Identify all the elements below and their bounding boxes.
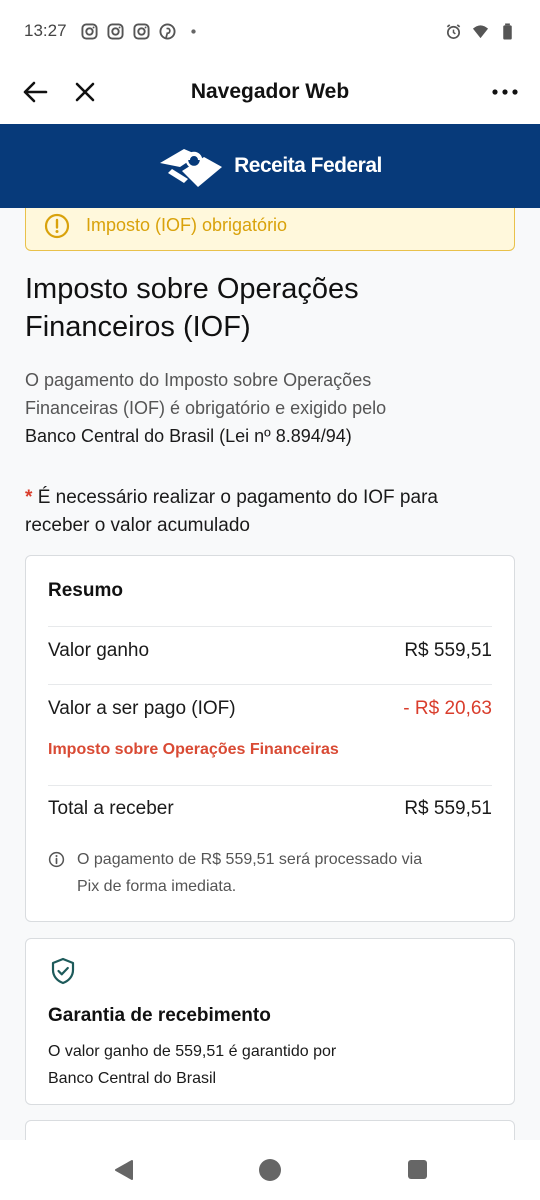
- intro-line3: Banco Central do Brasil (Lei nº 8.894/94…: [25, 426, 352, 446]
- instagram-icon: [133, 22, 150, 40]
- guarantee-line1: O valor ganho de 559,51 é garantido por: [48, 1043, 337, 1060]
- tax-description: Imposto sobre Operações Financeiras: [48, 741, 339, 758]
- iof-label: Valor a ser pago (IOF): [48, 698, 236, 719]
- nav-home-icon[interactable]: [259, 1159, 281, 1181]
- site-header: Receita Federal: [0, 124, 540, 208]
- page-content[interactable]: Imposto (IOF) obrigatório Imposto sobre …: [0, 208, 540, 1140]
- notification-icons: [81, 22, 202, 40]
- status-time: 13:27: [24, 21, 67, 40]
- next-card: [25, 1120, 515, 1140]
- dot-icon: [190, 28, 196, 34]
- shield-check-icon: [51, 957, 75, 985]
- browser-app-bar: Navegador Web: [0, 62, 540, 124]
- app-title: Navegador Web: [190, 80, 350, 103]
- system-nav-bar: [0, 1140, 540, 1200]
- battery-icon: [503, 22, 512, 40]
- guarantee-title: Garantia de recebimento: [48, 1005, 271, 1026]
- required-star: *: [25, 487, 33, 508]
- logo-text: Receita Federal: [234, 154, 382, 177]
- receita-federal-emblem-icon: [160, 149, 223, 187]
- total-value: R$ 559,51: [404, 798, 492, 819]
- page-title: Imposto sobre Operações Financeiros (IOF…: [25, 270, 515, 346]
- intro-paragraph: O pagamento do Imposto sobre Operações F…: [25, 366, 515, 450]
- info-line1: O pagamento de R$ 559,51 será processado…: [77, 851, 423, 868]
- required-payment-note: * É necessário realizar o pagamento do I…: [25, 484, 515, 540]
- instagram-icon: [81, 22, 98, 40]
- guarantee-text: O valor ganho de 559,51 é garantido por …: [48, 1038, 408, 1092]
- divider: [48, 684, 492, 685]
- guarantee-line2: Banco Central do Brasil: [48, 1070, 217, 1087]
- required-line2: receber o valor acumulado: [25, 515, 250, 536]
- more-options-button[interactable]: [490, 77, 520, 107]
- wifi-icon: [472, 24, 489, 38]
- info-text: O pagamento de R$ 559,51 será processado…: [77, 846, 422, 900]
- instagram-icon: [107, 22, 124, 40]
- required-line1: É necessário realizar o pagamento do IOF…: [37, 487, 438, 508]
- summary-title: Resumo: [48, 580, 123, 601]
- total-label: Total a receber: [48, 798, 174, 819]
- earned-value: R$ 559,51: [404, 640, 492, 661]
- divider: [48, 785, 492, 786]
- alarm-icon: [446, 23, 461, 39]
- iof-value: - R$ 20,63: [403, 698, 492, 719]
- more-horizontal-icon: [492, 89, 518, 95]
- system-icons: [445, 22, 516, 40]
- pix-info: O pagamento de R$ 559,51 será processado…: [48, 846, 488, 900]
- intro-line1: O pagamento do Imposto sobre Operações: [25, 370, 372, 390]
- divider: [48, 626, 492, 627]
- warning-circle-icon: [44, 213, 70, 238]
- intro-line2: Financeiras (IOF) é obrigatório e exigid…: [25, 398, 387, 418]
- nav-recent-icon[interactable]: [408, 1160, 427, 1179]
- earned-label: Valor ganho: [48, 640, 150, 661]
- guarantee-card: Garantia de recebimento O valor ganho de…: [25, 938, 515, 1105]
- info-line2: Pix de forma imediata.: [77, 878, 237, 895]
- iof-alert-banner: Imposto (IOF) obrigatório: [25, 208, 515, 251]
- page-title-line1: Imposto sobre Operações: [25, 273, 359, 305]
- summary-card: Resumo Valor ganho R$ 559,51 Valor a ser…: [25, 555, 515, 922]
- info-icon: [48, 851, 65, 868]
- alert-text: Imposto (IOF) obrigatório: [86, 215, 288, 235]
- pinterest-icon: [159, 22, 176, 40]
- page-title-line2: Financeiros (IOF): [25, 311, 251, 343]
- receita-federal-logo[interactable]: Receita Federal: [158, 141, 382, 191]
- status-bar: 13:27: [0, 0, 540, 62]
- nav-back-icon[interactable]: [113, 1159, 135, 1181]
